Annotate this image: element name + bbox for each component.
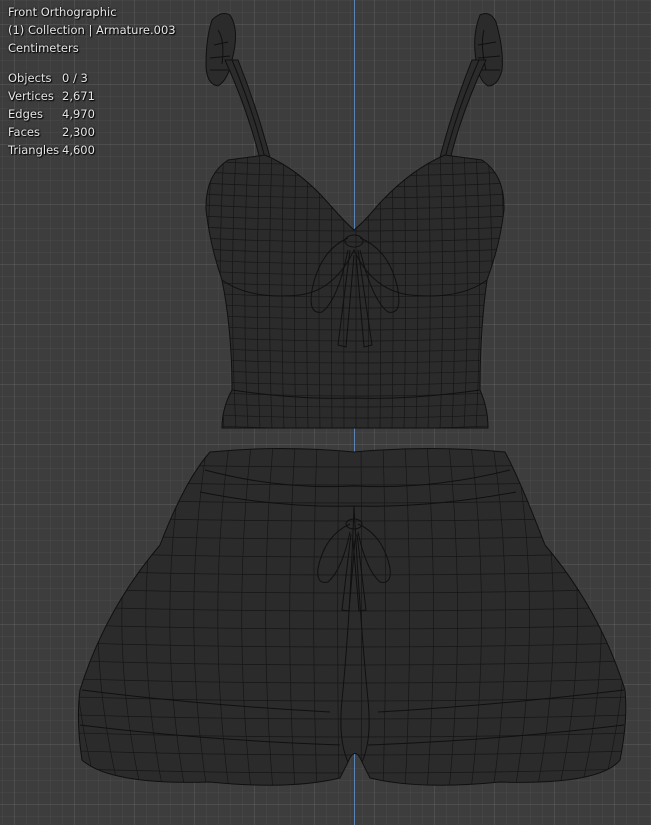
- stat-row-objects: Objects 0 / 3: [8, 69, 176, 87]
- collection-info: (1) Collection | Armature.003: [8, 23, 176, 37]
- stat-label: Objects: [8, 71, 52, 85]
- top-garment: [205, 154, 505, 429]
- stat-label: Triangles: [8, 143, 60, 157]
- viewport-info-overlay: Front Orthographic (1) Collection | Arma…: [8, 3, 176, 159]
- stat-row-triangles: Triangles 4,600: [8, 141, 176, 159]
- scene-statistics: Objects 0 / 3 Vertices 2,671 Edges 4,970…: [8, 69, 176, 159]
- stat-value: 4,600: [62, 143, 95, 157]
- stat-value: 0 / 3: [62, 71, 88, 85]
- left-strap: [205, 12, 273, 169]
- stat-value: 2,671: [62, 89, 95, 103]
- stat-value: 4,970: [62, 107, 95, 121]
- stat-value: 2,300: [62, 125, 95, 139]
- stat-label: Vertices: [8, 89, 54, 103]
- view-name: Front Orthographic: [8, 5, 117, 19]
- units-label: Centimeters: [8, 41, 79, 55]
- stat-row-faces: Faces 2,300: [8, 123, 176, 141]
- stat-row-edges: Edges 4,970: [8, 105, 176, 123]
- stat-row-vertices: Vertices 2,671: [8, 87, 176, 105]
- stat-label: Edges: [8, 107, 43, 121]
- right-strap: [437, 13, 503, 169]
- 3d-viewport[interactable]: Front Orthographic (1) Collection | Arma…: [0, 0, 651, 825]
- shorts-garment: [77, 448, 627, 786]
- stat-label: Faces: [8, 125, 40, 139]
